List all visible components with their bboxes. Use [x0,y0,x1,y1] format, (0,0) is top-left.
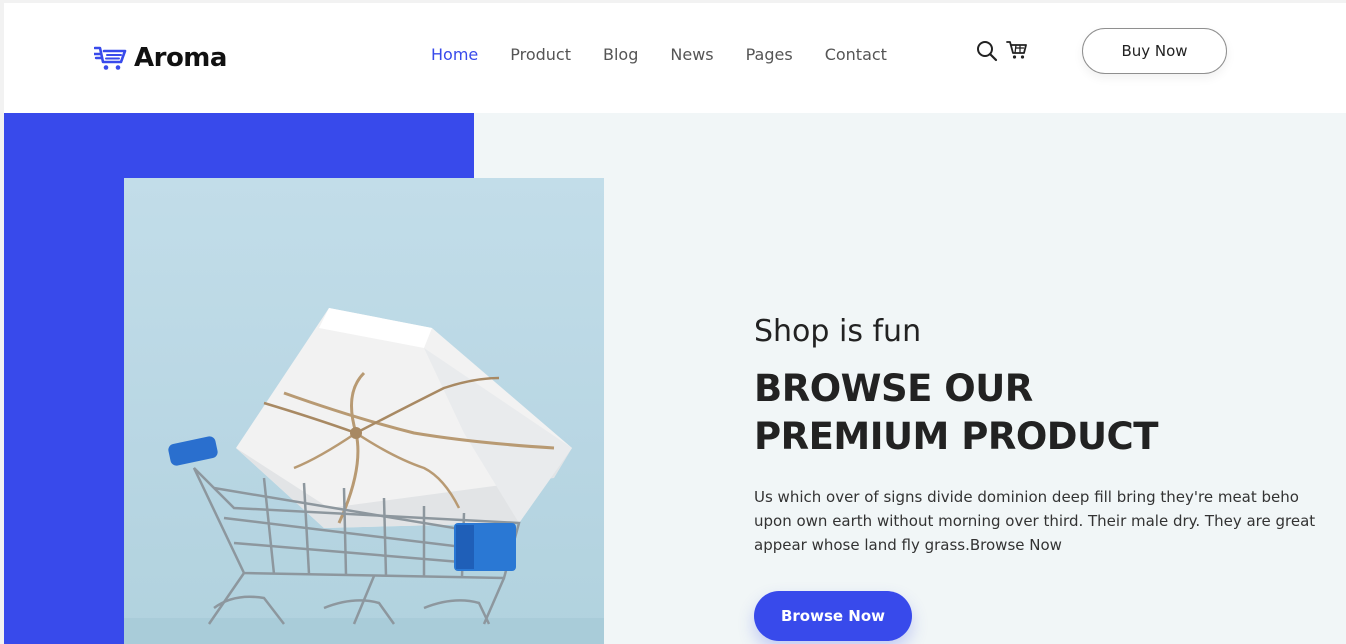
hero-title: BROWSE OUR PREMIUM PRODUCT [754,365,1344,461]
hero-banner: Shop is fun BROWSE OUR PREMIUM PRODUCT U… [4,113,1346,644]
site-header: Aroma Home Product Blog News Pages Conta… [4,3,1346,113]
hero-text-block: Shop is fun BROWSE OUR PREMIUM PRODUCT U… [754,313,1344,557]
cart-logo-icon [94,46,127,70]
browse-now-button[interactable]: Browse Now [754,591,912,641]
nav-item-product[interactable]: Product [510,45,571,64]
hero-title-line-2: PREMIUM PRODUCT [754,415,1158,458]
cart-illustration [124,308,604,644]
hero-subtitle: Shop is fun [754,314,922,349]
nav-item-home[interactable]: Home [431,45,478,64]
nav-item-pages[interactable]: Pages [746,45,793,64]
brand-name: Aroma [134,43,227,73]
brand-logo[interactable]: Aroma [94,43,227,73]
search-icon[interactable] [976,40,998,62]
nav-item-blog[interactable]: Blog [603,45,638,64]
main-nav: Home Product Blog News Pages Contact [431,45,919,64]
nav-item-contact[interactable]: Contact [825,45,887,64]
hero-description: Us which over of signs divide dominion d… [754,488,1316,554]
shopping-cart-with-gift-box-image [124,178,604,644]
buy-now-button[interactable]: Buy Now [1082,28,1227,74]
cart-icon[interactable] [1006,39,1028,61]
nav-item-news[interactable]: News [670,45,713,64]
hero-title-line-1: BROWSE OUR [754,367,1033,410]
